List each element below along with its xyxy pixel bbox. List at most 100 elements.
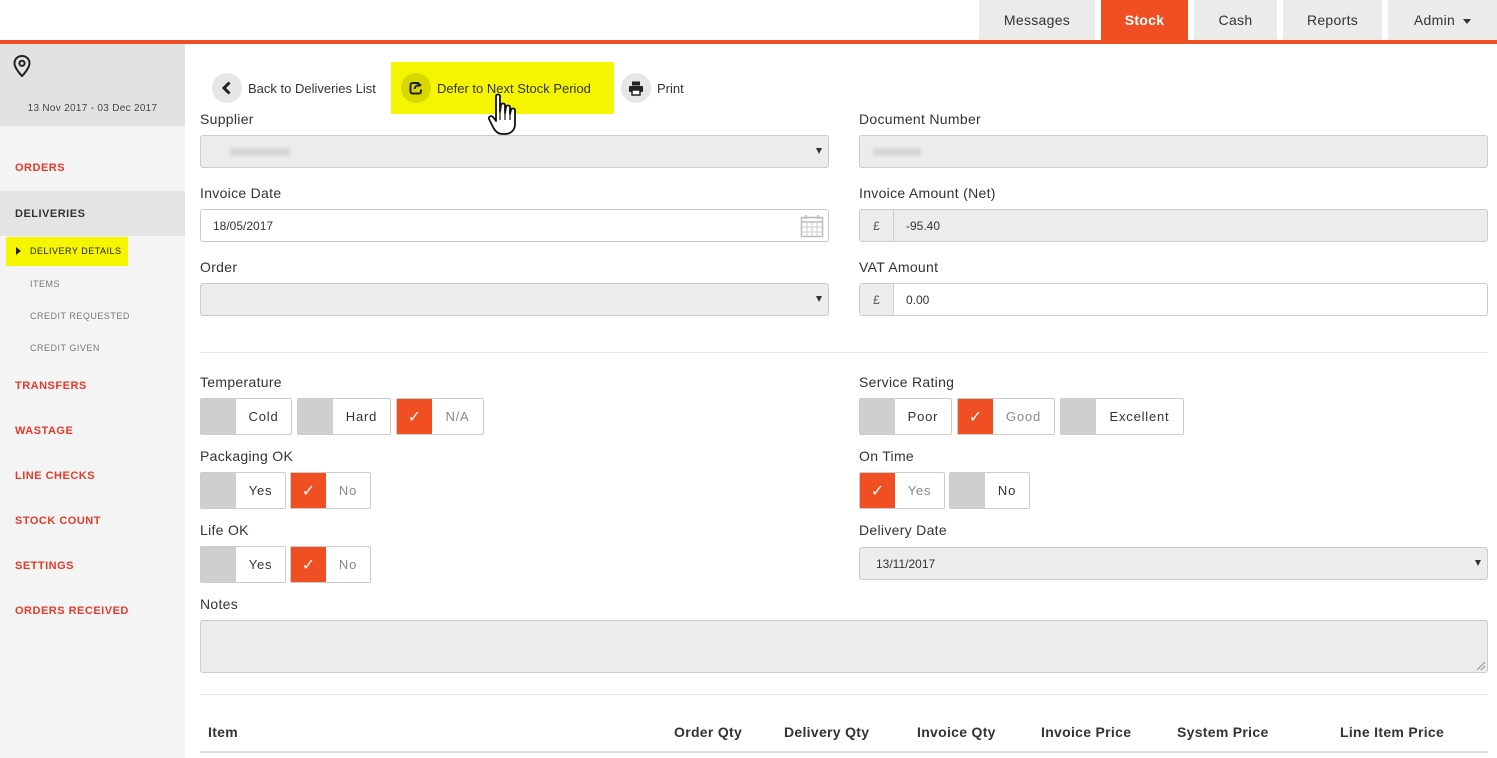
checkbox-box — [860, 399, 895, 434]
chevron-left-icon — [212, 73, 242, 103]
sidebar-item-stock-count[interactable]: STOCK COUNT — [15, 515, 101, 527]
order-label: Order — [200, 259, 238, 275]
column-header-item: Item — [208, 724, 238, 740]
hand-pointer-cursor-icon — [487, 93, 516, 135]
sidebar-item-orders[interactable]: ORDERS — [15, 162, 65, 174]
on-time-no-toggle[interactable]: No — [949, 472, 1030, 509]
service-poor-label: Poor — [907, 409, 939, 424]
sidebar-subitem-credit-given[interactable]: CREDIT GIVEN — [30, 343, 100, 353]
check-icon: ✓ — [860, 473, 895, 508]
invoice-date-input[interactable]: 18/05/2017 — [200, 209, 829, 242]
temperature-cold-toggle[interactable]: Cold — [200, 398, 292, 435]
location-pin-icon — [13, 55, 31, 77]
checkbox-box — [201, 547, 236, 582]
sidebar-item-orders-received[interactable]: ORDERS RECEIVED — [15, 605, 129, 617]
temperature-hard-label: Hard — [345, 409, 378, 424]
document-number-redacted — [872, 147, 922, 156]
dropdown-arrow-icon — [1475, 560, 1481, 566]
invoice-date-label: Invoice Date — [200, 185, 282, 201]
delivery-date-select[interactable]: 13/11/2017 — [859, 547, 1488, 580]
currency-addon: £ — [860, 284, 894, 315]
vat-amount-input[interactable]: £ 0.00 — [859, 283, 1488, 316]
order-select[interactable] — [200, 283, 829, 316]
temperature-label: Temperature — [200, 374, 282, 390]
life-ok-label: Life OK — [200, 522, 249, 538]
service-good-label: Good — [1005, 409, 1041, 424]
service-rating-label: Service Rating — [859, 374, 955, 390]
tab-messages[interactable]: Messages — [979, 0, 1095, 40]
back-to-deliveries-label: Back to Deliveries List — [248, 80, 376, 96]
resize-handle-icon[interactable] — [1477, 662, 1485, 670]
column-header-order-qty: Order Qty — [674, 724, 743, 740]
column-header-line-item-price: Line Item Price — [1340, 724, 1445, 740]
site-selector[interactable]: 13 Nov 2017 - 03 Dec 2017 — [0, 44, 185, 126]
document-number-input[interactable] — [859, 135, 1488, 168]
table-header-border — [200, 751, 1488, 753]
notes-textarea[interactable] — [200, 620, 1488, 673]
sidebar-item-settings[interactable]: SETTINGS — [15, 560, 74, 572]
vat-amount-value: 0.00 — [906, 292, 930, 307]
checkbox-box — [950, 473, 985, 508]
supplier-value-redacted — [229, 147, 291, 156]
sidebar-item-line-checks[interactable]: LINE CHECKS — [15, 470, 95, 482]
packaging-no-toggle[interactable]: ✓ No — [290, 472, 371, 509]
checkbox-box — [201, 399, 236, 434]
sidebar: 13 Nov 2017 - 03 Dec 2017 ORDERS DELIVER… — [0, 44, 185, 758]
checkbox-box — [1061, 399, 1096, 434]
caret-right-icon — [16, 247, 21, 255]
share-arrow-icon — [401, 73, 431, 103]
tab-reports[interactable]: Reports — [1283, 0, 1382, 40]
sidebar-subitem-items[interactable]: ITEMS — [30, 279, 60, 289]
calendar-icon[interactable] — [800, 214, 824, 238]
checkbox-box — [298, 399, 333, 434]
column-header-invoice-price: Invoice Price — [1041, 724, 1132, 740]
tab-reports-label: Reports — [1306, 12, 1359, 28]
on-time-label: On Time — [859, 448, 915, 464]
stock-period-date-range: 13 Nov 2017 - 03 Dec 2017 — [27, 103, 158, 114]
check-icon: ✓ — [397, 399, 432, 434]
service-good-toggle[interactable]: ✓ Good — [957, 398, 1055, 435]
sidebar-item-deliveries[interactable]: DELIVERIES — [0, 191, 185, 236]
temperature-na-toggle[interactable]: ✓ N/A — [396, 398, 484, 435]
sidebar-item-transfers[interactable]: TRANSFERS — [15, 380, 87, 392]
service-excellent-label: Excellent — [1109, 409, 1170, 424]
column-header-system-price: System Price — [1177, 724, 1269, 740]
temperature-cold-label: Cold — [248, 409, 279, 424]
tab-admin[interactable]: Admin — [1388, 0, 1497, 40]
invoice-amount-value: -95.40 — [906, 218, 941, 233]
tab-stock-label: Stock — [1124, 12, 1165, 28]
invoice-amount-label: Invoice Amount (Net) — [859, 185, 996, 201]
invoice-date-value: 18/05/2017 — [213, 218, 274, 233]
printer-icon — [621, 73, 651, 103]
tab-stock[interactable]: Stock — [1101, 0, 1188, 40]
sidebar-item-wastage[interactable]: WASTAGE — [15, 425, 73, 437]
invoice-amount-input[interactable]: £ -95.40 — [859, 209, 1488, 242]
packaging-yes-toggle[interactable]: Yes — [200, 472, 286, 509]
sidebar-subitem-delivery-details[interactable]: DELIVERY DETAILS — [6, 237, 128, 266]
section-divider — [200, 352, 1488, 353]
tab-cash[interactable]: Cash — [1194, 0, 1277, 40]
chevron-down-icon — [1463, 18, 1472, 24]
sidebar-subitem-credit-requested[interactable]: CREDIT REQUESTED — [30, 311, 130, 321]
on-time-no-label: No — [997, 483, 1017, 498]
packaging-ok-label: Packaging OK — [200, 448, 294, 464]
notes-label: Notes — [200, 596, 239, 612]
packaging-yes-label: Yes — [248, 483, 273, 498]
life-yes-toggle[interactable]: Yes — [200, 546, 286, 583]
checkbox-box — [201, 473, 236, 508]
section-divider — [200, 694, 1488, 695]
column-header-invoice-qty: Invoice Qty — [917, 724, 996, 740]
delivery-date-value: 13/11/2017 — [876, 556, 936, 571]
print-label: Print — [657, 80, 684, 96]
on-time-yes-toggle[interactable]: ✓ Yes — [859, 472, 945, 509]
check-icon: ✓ — [291, 473, 326, 508]
tab-admin-label: Admin — [1413, 12, 1456, 28]
back-to-deliveries-button[interactable]: Back to Deliveries List — [212, 73, 376, 103]
check-icon: ✓ — [291, 547, 326, 582]
life-no-toggle[interactable]: ✓ No — [290, 546, 371, 583]
temperature-hard-toggle[interactable]: Hard — [297, 398, 391, 435]
service-poor-toggle[interactable]: Poor — [859, 398, 952, 435]
supplier-label: Supplier — [200, 111, 254, 127]
service-excellent-toggle[interactable]: Excellent — [1060, 398, 1184, 435]
print-button[interactable]: Print — [621, 73, 684, 103]
